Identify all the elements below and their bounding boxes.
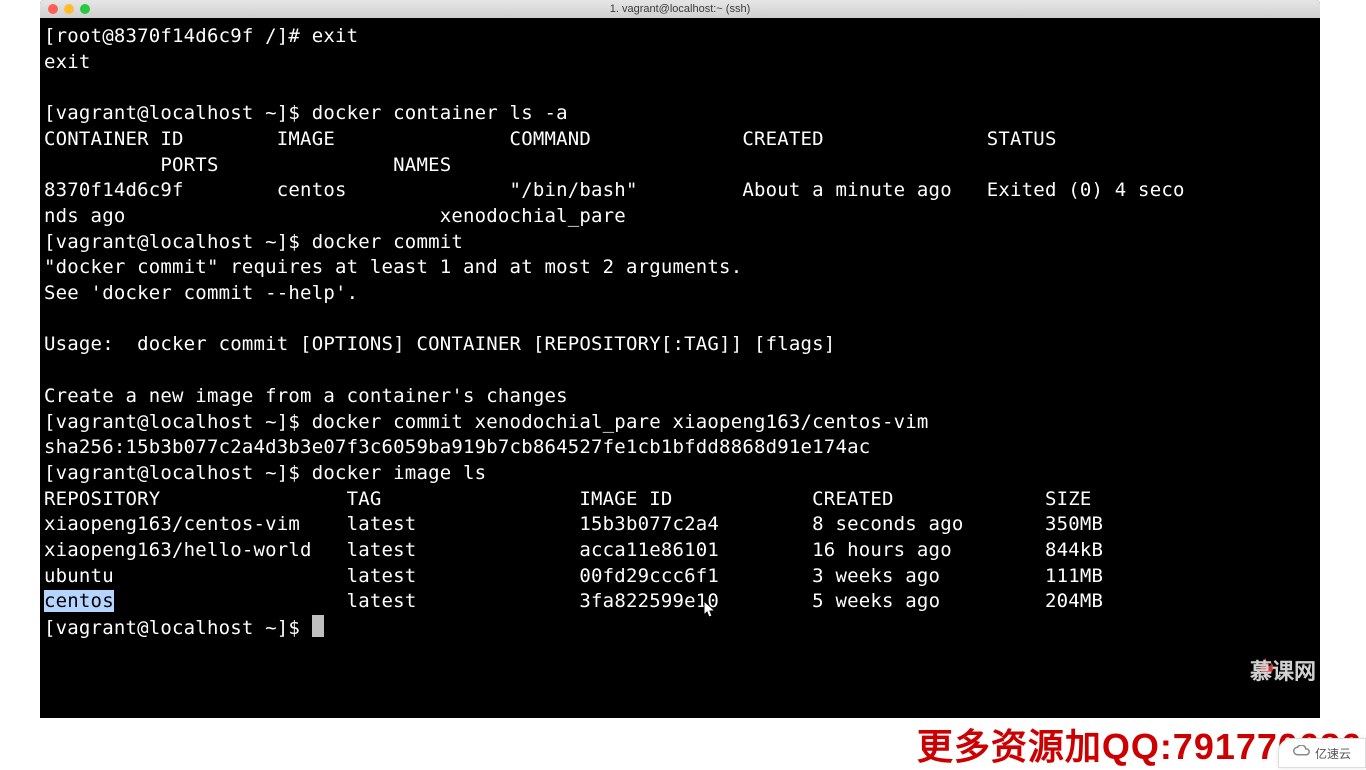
- selected-text: centos: [44, 590, 114, 612]
- term-line: 8370f14d6c9f centos "/bin/bash" About a …: [44, 179, 1185, 201]
- term-line: latest 3fa822599e10 5 weeks ago 204MB: [114, 590, 1103, 612]
- terminal-window: 1. vagrant@localhost:~ (ssh) [root@8370f…: [40, 0, 1320, 718]
- term-line: [vagrant@localhost ~]$: [44, 617, 312, 639]
- term-line: "docker commit" requires at least 1 and …: [44, 256, 742, 278]
- provider-pill: 亿速云: [1278, 738, 1366, 768]
- term-line: [vagrant@localhost ~]$ docker container …: [44, 102, 568, 124]
- term-line: [vagrant@localhost ~]$ docker commit xen…: [44, 411, 929, 433]
- term-line: PORTS NAMES: [44, 154, 451, 176]
- term-line: xiaopeng163/centos-vim latest 15b3b077c2…: [44, 513, 1103, 535]
- term-line: ubuntu latest 00fd29ccc6f1 3 weeks ago 1…: [44, 565, 1103, 587]
- term-line: CONTAINER ID IMAGE COMMAND CREATED STATU…: [44, 128, 1057, 150]
- term-line: xiaopeng163/hello-world latest acca11e86…: [44, 539, 1103, 561]
- muke-watermark: 慕课网: [1250, 654, 1316, 686]
- term-line: See 'docker commit --help'.: [44, 282, 358, 304]
- window-title: 1. vagrant@localhost:~ (ssh): [40, 3, 1320, 15]
- term-line: Create a new image from a container's ch…: [44, 385, 568, 407]
- term-line: REPOSITORY TAG IMAGE ID CREATED SIZE: [44, 488, 1092, 510]
- cloud-icon: [1293, 744, 1311, 762]
- term-line: sha256:15b3b077c2a4d3b3e07f3c6059ba919b7…: [44, 436, 870, 458]
- titlebar: 1. vagrant@localhost:~ (ssh): [40, 0, 1320, 18]
- cursor-icon: [312, 615, 324, 637]
- term-line: exit: [44, 51, 91, 73]
- footer-banner: 慕课网 更多资源加QQ:791770686: [0, 718, 1366, 768]
- term-line: nds ago xenodochial_pare: [44, 205, 626, 227]
- terminal-body[interactable]: [root@8370f14d6c9f /]# exit exit [vagran…: [40, 18, 1320, 646]
- term-line: Usage: docker commit [OPTIONS] CONTAINER…: [44, 333, 835, 355]
- term-line: [vagrant@localhost ~]$ docker commit: [44, 231, 463, 253]
- term-line: [vagrant@localhost ~]$ docker image ls: [44, 462, 486, 484]
- provider-label: 亿速云: [1315, 745, 1351, 762]
- term-line: [root@8370f14d6c9f /]# exit: [44, 25, 358, 47]
